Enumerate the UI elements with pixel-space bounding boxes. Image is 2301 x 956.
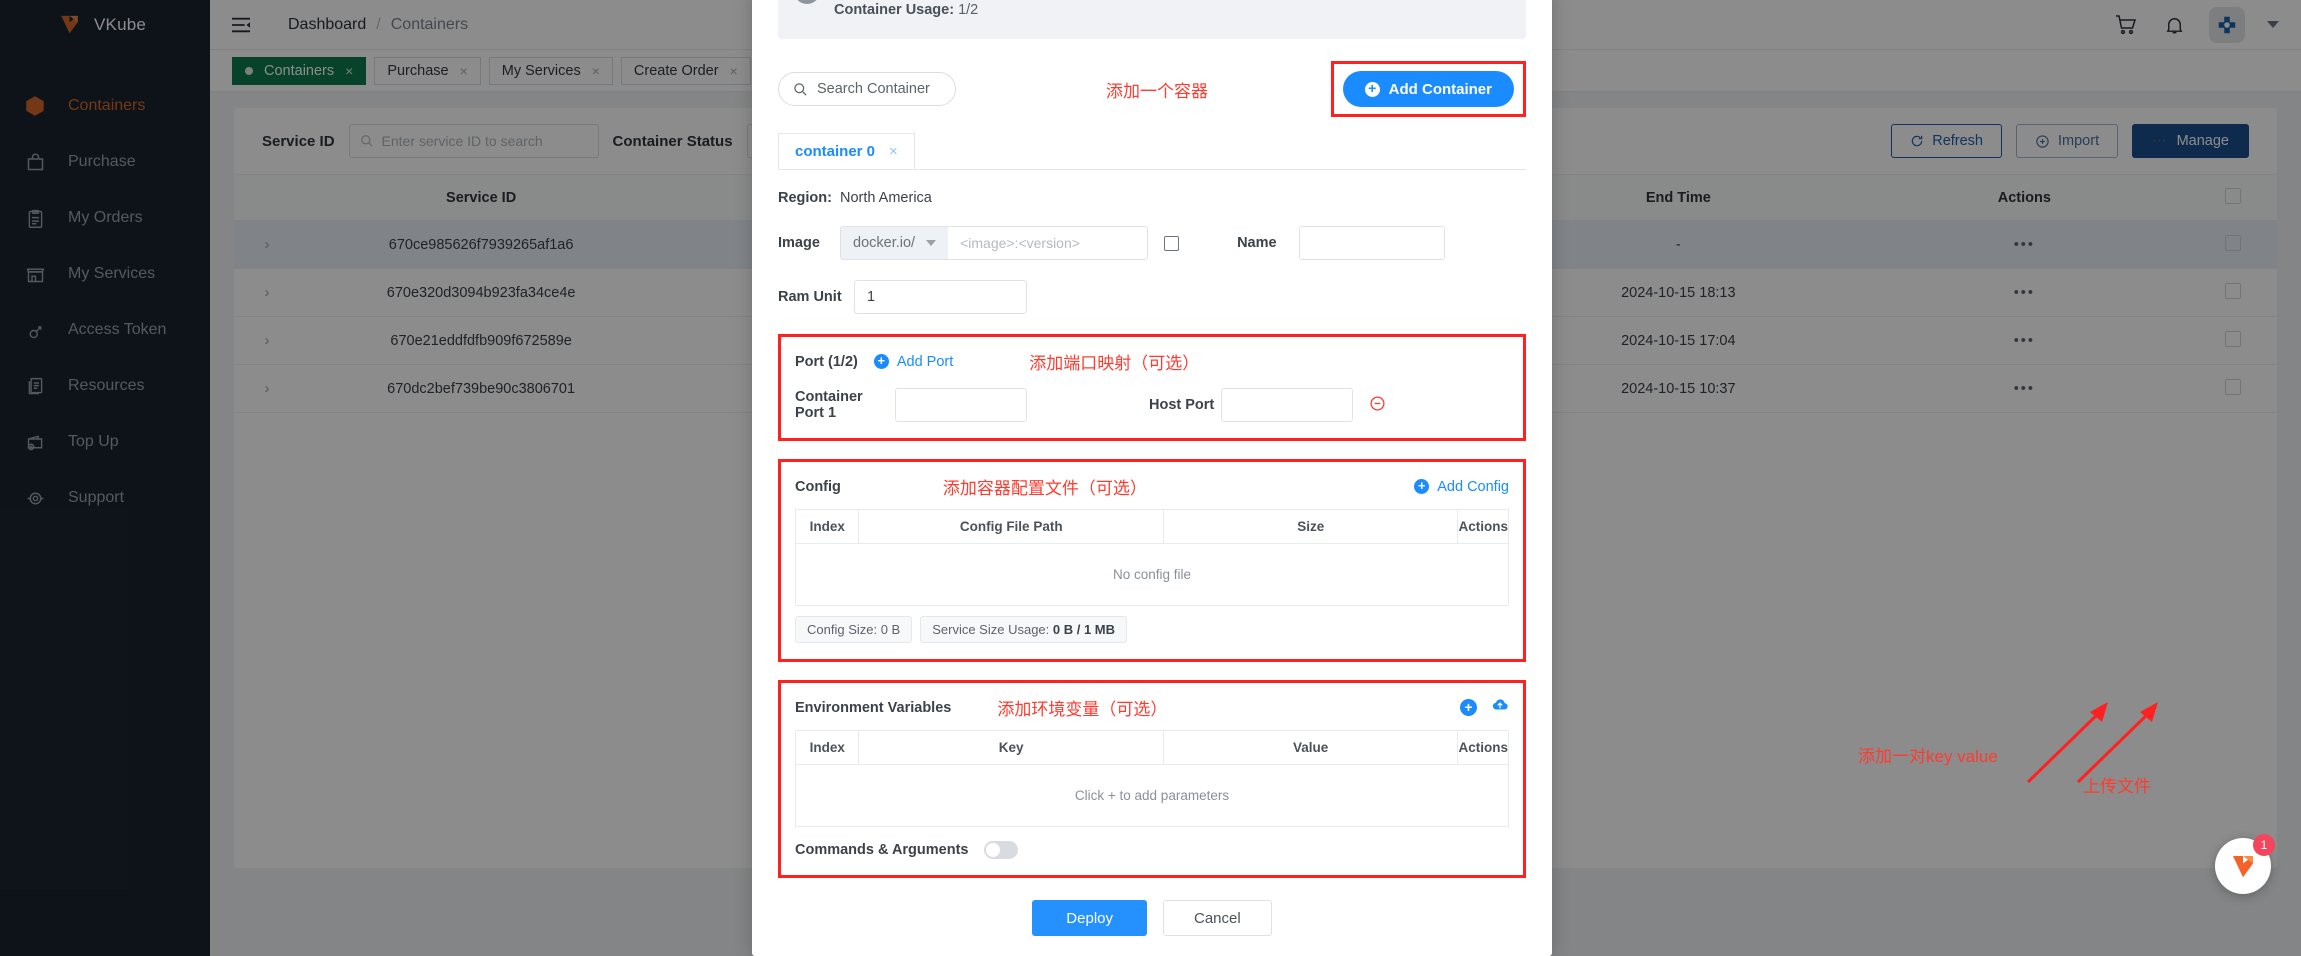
add-container-highlight: + Add Container xyxy=(1330,61,1526,117)
add-container-label: Add Container xyxy=(1388,80,1492,98)
add-container-modal: i Service ID: 670ce985626f7939265af1a6 C… xyxy=(752,0,1552,956)
name-label: Name xyxy=(1237,235,1277,251)
image-name-input[interactable]: <image>:<version> xyxy=(948,226,1149,260)
cancel-button[interactable]: Cancel xyxy=(1163,900,1272,936)
config-size-label: Config Size: xyxy=(807,622,881,637)
port-mapping-row: Container Port 1 Host Port xyxy=(795,388,1509,422)
env-col-index: Index xyxy=(794,730,860,765)
plus-circle-icon: + xyxy=(873,354,889,369)
host-port-input[interactable] xyxy=(1221,388,1353,422)
minus-circle-icon[interactable] xyxy=(1369,395,1386,416)
cloud-upload-icon[interactable] xyxy=(1491,696,1509,719)
config-header-row: Index Config File Path Size Actions xyxy=(794,509,1509,544)
search-icon xyxy=(794,82,807,96)
container-tabs: container 0 × xyxy=(778,133,1526,170)
config-col-path: Config File Path xyxy=(858,509,1164,544)
host-port-label: Host Port xyxy=(1149,397,1215,413)
container-port-input[interactable] xyxy=(895,388,1027,422)
config-size-value: 0 B xyxy=(880,622,901,637)
chevron-down-icon xyxy=(926,240,937,246)
port-section: Port (1/2) + Add Port 添加端口映射（可选） Contain… xyxy=(778,334,1526,441)
service-size-usage-label: Service Size Usage: xyxy=(932,622,1053,637)
commands-label: Commands & Arguments xyxy=(795,842,969,858)
image-label: Image xyxy=(778,235,820,251)
image-row: Image docker.io/ <image>:<version> Name xyxy=(778,226,1526,260)
service-size-usage-chip: Service Size Usage: 0 B / 1 MB xyxy=(920,616,1128,643)
config-header: Config 添加容器配置文件（可选） + Add Config xyxy=(795,474,1509,499)
container-name-input[interactable] xyxy=(1299,226,1446,260)
add-config-label: Add Config xyxy=(1437,478,1509,495)
ram-unit-label: Ram Unit xyxy=(778,289,842,305)
config-empty-text: No config file xyxy=(795,543,1509,606)
port-header: Port (1/2) + Add Port 添加端口映射（可选） xyxy=(795,349,1509,374)
modal-footer: Deploy Cancel xyxy=(778,900,1526,936)
env-header-row: Index Key Value Actions xyxy=(794,730,1509,765)
plus-circle-icon: + xyxy=(1364,81,1380,97)
region-row: Region: North America xyxy=(778,190,1526,206)
add-port-button[interactable]: + Add Port xyxy=(873,353,954,370)
config-chips: Config Size: 0 B Service Size Usage: 0 B… xyxy=(795,616,1509,643)
config-col-index: Index xyxy=(794,509,860,544)
search-container-label: Search Container xyxy=(817,81,930,97)
add-container-button[interactable]: + Add Container xyxy=(1342,71,1514,107)
ram-unit-value: 1 xyxy=(867,289,876,305)
add-config-button[interactable]: + Add Config xyxy=(1414,479,1509,495)
annotation-add-kv-label: 添加一对key value xyxy=(1858,747,1998,766)
container-tab-label: container 0 xyxy=(795,143,876,160)
close-icon[interactable]: × xyxy=(889,143,898,160)
config-empty-row: No config file xyxy=(795,543,1509,606)
env-col-actions: Actions xyxy=(1457,730,1509,765)
env-empty-row: Click + to add parameters xyxy=(795,764,1509,827)
v-systems-logo-icon xyxy=(2233,856,2253,878)
annotation-config: 添加容器配置文件（可选） xyxy=(942,479,1147,498)
deploy-button[interactable]: Deploy xyxy=(1032,900,1147,936)
service-size-usage-value: 0 B / 1 MB xyxy=(1052,622,1116,637)
container-usage-line: Container Usage: 1/2 xyxy=(834,2,1115,18)
annotation-env: 添加环境变量（可选） xyxy=(997,700,1168,719)
search-container-button[interactable]: Search Container xyxy=(778,72,956,106)
info-icon: i xyxy=(794,0,820,4)
region-value: North America xyxy=(840,190,932,206)
add-port-label: Add Port xyxy=(896,353,954,370)
env-section: Environment Variables 添加环境变量（可选） + Index… xyxy=(778,680,1526,878)
container-port-label: Container Port 1 xyxy=(795,389,863,421)
config-size-chip: Config Size: 0 B xyxy=(795,616,913,643)
service-info-text: Service ID: 670ce985626f7939265af1a6 Con… xyxy=(834,0,1115,27)
commands-row: Commands & Arguments xyxy=(795,841,1509,859)
modal-toolbar: Search Container 添加一个容器 + Add Container xyxy=(778,61,1526,117)
port-title: Port (1/2) xyxy=(795,353,858,370)
plus-circle-icon[interactable]: + xyxy=(1460,699,1477,716)
service-info-box: i Service ID: 670ce985626f7939265af1a6 C… xyxy=(778,0,1526,39)
image-name-placeholder: <image>:<version> xyxy=(960,235,1080,251)
container-usage-label: Container Usage: xyxy=(834,2,955,18)
support-fab-button[interactable]: 1 xyxy=(2215,834,2275,894)
image-registry-value: docker.io/ xyxy=(853,235,916,251)
plus-circle-icon: + xyxy=(1414,479,1430,494)
container-usage-value: 1/2 xyxy=(958,2,979,18)
config-title: Config xyxy=(795,478,841,495)
env-empty-text: Click + to add parameters xyxy=(795,764,1509,827)
commands-toggle[interactable] xyxy=(984,841,1019,859)
config-col-actions: Actions xyxy=(1457,509,1509,544)
env-col-key: Key xyxy=(858,730,1164,765)
env-table: Index Key Value Actions Click + to add p… xyxy=(794,730,1509,827)
annotation-port: 添加端口映射（可选） xyxy=(1029,354,1200,373)
config-section: Config 添加容器配置文件（可选） + Add Config Index C… xyxy=(778,459,1526,662)
env-header: Environment Variables 添加环境变量（可选） + xyxy=(795,695,1509,720)
config-table: Index Config File Path Size Actions No c… xyxy=(794,509,1509,606)
app-root: VKube Containers Purchase My Orders My S… xyxy=(0,0,2301,956)
env-col-value: Value xyxy=(1162,730,1459,765)
config-col-size: Size xyxy=(1162,509,1459,544)
env-actions: + xyxy=(1460,696,1509,719)
region-label: Region: xyxy=(778,190,832,206)
image-registry-select[interactable]: docker.io/ xyxy=(840,226,949,260)
private-image-checkbox[interactable] xyxy=(1164,235,1180,251)
notification-badge: 1 xyxy=(2253,834,2275,856)
annotation-add-container: 添加一个容器 xyxy=(1106,81,1208,101)
annotation-upload-label: 上传文件 xyxy=(2083,777,2151,796)
ram-unit-row: Ram Unit 1 xyxy=(778,280,1526,314)
ram-unit-input[interactable]: 1 xyxy=(854,280,1027,314)
tab-container-0[interactable]: container 0 × xyxy=(778,133,915,169)
env-title: Environment Variables xyxy=(795,699,952,716)
